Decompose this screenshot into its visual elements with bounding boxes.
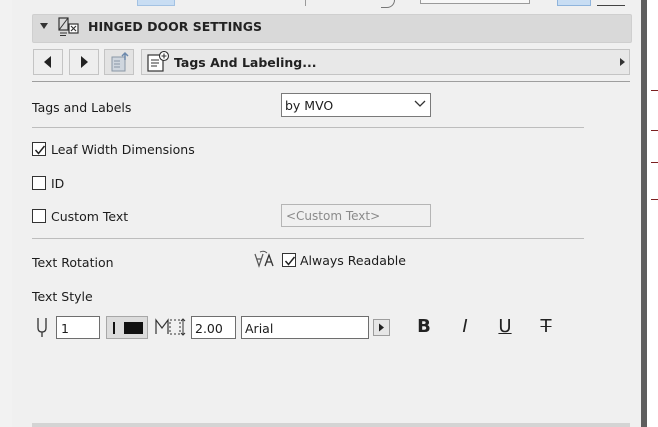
triangle-right-icon	[81, 56, 88, 68]
bold-button[interactable]: B	[414, 316, 434, 338]
custom-text-checkbox[interactable]	[32, 209, 46, 223]
toolbar-remnant[interactable]	[597, 0, 625, 6]
next-page-button[interactable]	[69, 49, 99, 75]
triangle-right-icon[interactable]	[620, 58, 625, 66]
door-settings-icon	[58, 17, 79, 36]
always-readable-checkbox[interactable]	[282, 253, 296, 267]
toolbar-remnant[interactable]	[557, 0, 591, 6]
edge-tick	[651, 90, 658, 91]
divider	[32, 127, 584, 128]
edge-tick	[651, 199, 658, 200]
prev-page-button[interactable]	[33, 49, 63, 75]
toolbar-remnant	[137, 0, 175, 6]
strikethrough-button[interactable]: T	[536, 316, 556, 338]
underline-button[interactable]: U	[495, 316, 515, 338]
font-value: Arial	[245, 321, 274, 336]
checkmark-icon	[34, 145, 46, 155]
text-rotation-icon	[254, 250, 274, 268]
left-gutter	[0, 0, 12, 427]
custom-text-label: Custom Text	[51, 209, 129, 224]
always-readable-label: Always Readable	[300, 253, 406, 268]
pen-number-value: 1	[61, 321, 69, 336]
italic-button[interactable]: I	[455, 316, 475, 338]
id-checkbox[interactable]	[32, 176, 46, 190]
toolbar-remnant	[305, 0, 306, 6]
text-size-value: 2.00	[195, 321, 223, 336]
favorite-page-button[interactable]	[104, 49, 134, 75]
toolbar-remnant	[420, 0, 530, 4]
checkmark-icon	[284, 256, 296, 266]
leaf-width-label: Leaf Width Dimensions	[51, 142, 195, 157]
tags-labels-label: Tags and Labels	[32, 100, 132, 115]
tags-labels-value: by MVO	[285, 98, 334, 113]
section-title: HINGED DOOR SETTINGS	[88, 19, 262, 34]
pen-icon	[37, 318, 47, 337]
text-size-icon	[155, 318, 186, 336]
divider	[32, 238, 584, 239]
custom-text-placeholder: <Custom Text>	[286, 209, 381, 223]
triangle-right-icon	[379, 323, 384, 332]
pen-color-button[interactable]	[106, 316, 148, 339]
tags-labeling-icon	[147, 51, 170, 72]
divider	[32, 81, 630, 82]
leaf-width-checkbox[interactable]	[32, 142, 46, 156]
font-list-button[interactable]	[373, 319, 390, 336]
id-label: ID	[51, 176, 65, 191]
favorite-page-icon	[111, 51, 129, 72]
triangle-down-icon[interactable]	[40, 23, 48, 29]
window-edge-inner	[647, 0, 658, 427]
chevron-down-icon	[414, 100, 426, 107]
edge-tick	[651, 130, 658, 131]
text-style-label: Text Style	[32, 289, 93, 304]
edge-tick	[651, 162, 658, 163]
text-rotation-label: Text Rotation	[32, 255, 114, 270]
bottom-divider	[32, 423, 630, 427]
triangle-left-icon	[44, 56, 51, 68]
page-select-value: Tags And Labeling...	[174, 55, 317, 70]
